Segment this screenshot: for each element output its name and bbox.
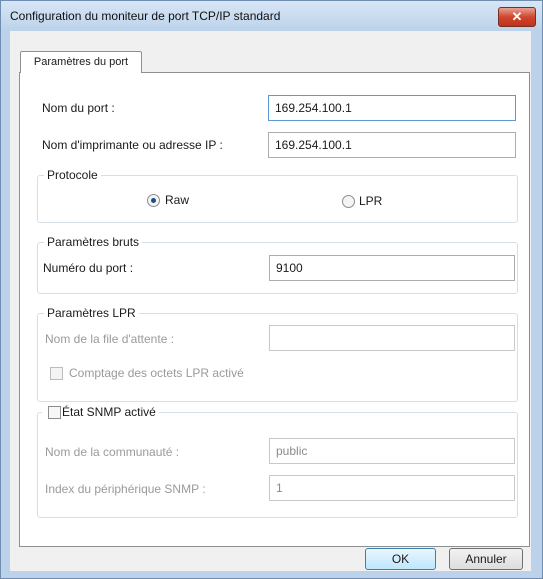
port-number-input[interactable]: 9100	[269, 255, 515, 281]
ok-button[interactable]: OK	[365, 548, 436, 570]
port-settings-panel: Nom du port : 169.254.100.1 Nom d'imprim…	[19, 72, 530, 547]
port-name-label: Nom du port :	[42, 101, 115, 115]
printer-address-input[interactable]: 169.254.100.1	[268, 132, 516, 158]
printer-address-label: Nom d'imprimante ou adresse IP :	[42, 138, 223, 152]
snmp-group: État SNMP activé Nom de la communauté : …	[37, 405, 518, 518]
lpr-byte-count-checkbox[interactable]	[50, 367, 63, 380]
port-name-input[interactable]: 169.254.100.1	[268, 95, 516, 121]
community-name-input[interactable]: public	[269, 438, 515, 464]
port-number-label: Numéro du port :	[43, 261, 134, 275]
snmp-index-input[interactable]: 1	[269, 475, 515, 501]
lpr-settings-group: Paramètres LPR Nom de la file d'attente …	[37, 306, 518, 402]
queue-name-label: Nom de la file d'attente :	[45, 332, 175, 346]
queue-name-input[interactable]	[269, 325, 515, 351]
close-icon: ✕	[511, 9, 523, 24]
protocol-legend: Protocole	[44, 168, 101, 182]
cancel-button[interactable]: Annuler	[449, 548, 523, 570]
lpr-settings-legend: Paramètres LPR	[44, 306, 139, 320]
window-title: Configuration du moniteur de port TCP/IP…	[10, 9, 281, 23]
title-bar[interactable]: Configuration du moniteur de port TCP/IP…	[1, 1, 542, 31]
dialog-window: Configuration du moniteur de port TCP/IP…	[0, 0, 543, 579]
lpr-radio[interactable]	[342, 195, 355, 208]
raw-radio[interactable]	[147, 194, 160, 207]
dialog-client-area: Paramètres du port Nom du port : 169.254…	[10, 31, 531, 571]
raw-settings-legend: Paramètres bruts	[44, 235, 143, 249]
lpr-radio-label[interactable]: LPR	[359, 194, 382, 208]
community-name-label: Nom de la communauté :	[45, 445, 180, 459]
protocol-group: Protocole Raw LPR	[37, 168, 518, 223]
close-button[interactable]: ✕	[498, 7, 536, 27]
tab-port-settings[interactable]: Paramètres du port	[20, 51, 142, 73]
raw-settings-group: Paramètres bruts Numéro du port : 9100	[37, 235, 518, 294]
lpr-byte-count-label: Comptage des octets LPR activé	[69, 366, 244, 380]
snmp-index-label: Index du périphérique SNMP :	[45, 482, 206, 496]
raw-radio-label[interactable]: Raw	[165, 193, 189, 207]
snmp-enabled-checkbox[interactable]	[48, 406, 61, 419]
